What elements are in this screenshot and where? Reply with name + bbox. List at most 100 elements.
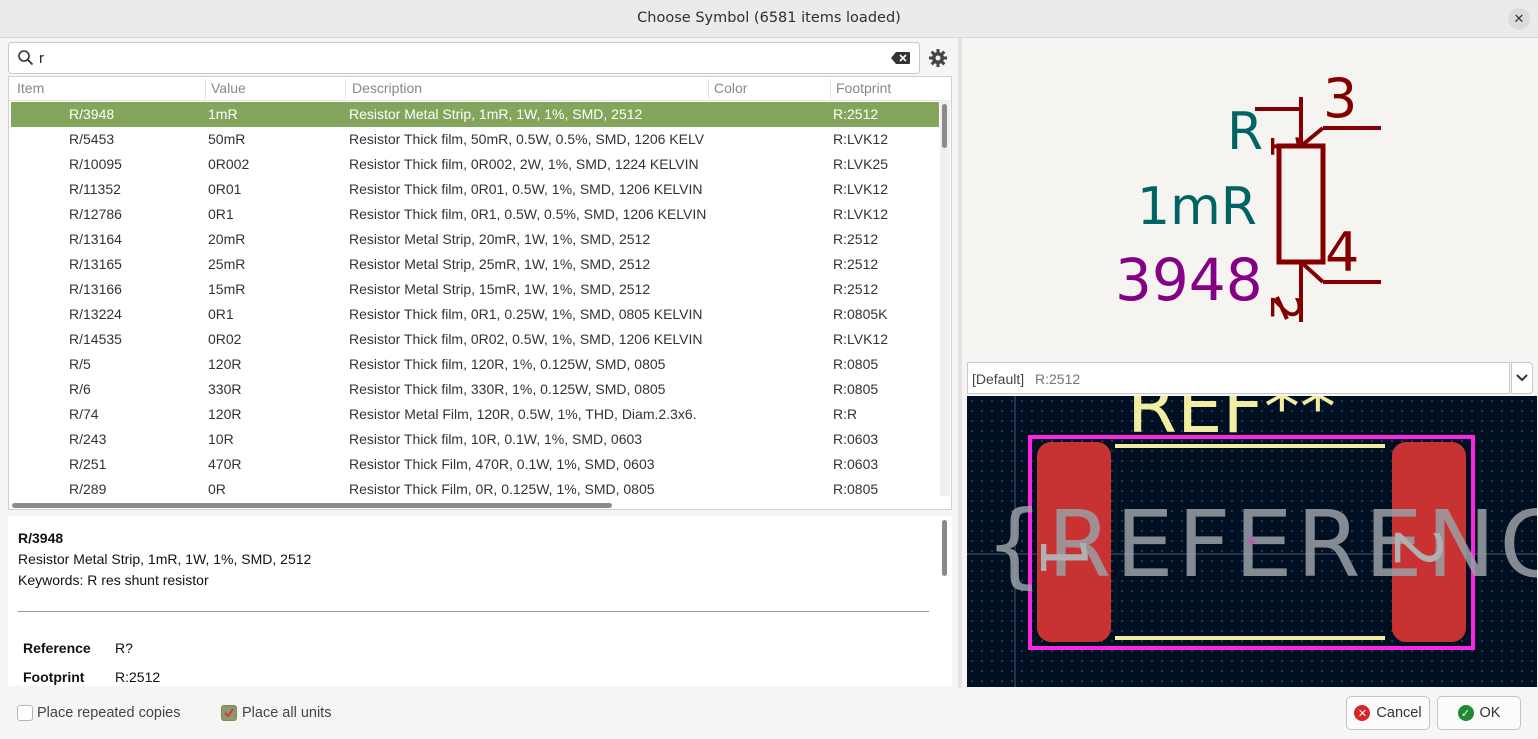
table-row[interactable]: R/74 120R Resistor Metal Film, 120R, 0.5W,… xyxy=(11,402,939,427)
list-scroll-thumb[interactable] xyxy=(942,104,947,148)
column-header-color[interactable]: Color xyxy=(714,80,747,96)
cell-item: R/3948 xyxy=(69,106,115,122)
cell-footprint: R:2512 xyxy=(833,281,879,297)
pin-number-1: 1 xyxy=(1261,133,1307,158)
field-label-reference: Reference xyxy=(23,640,91,656)
cell-description: Resistor Thick film, 330R, 1%, 0.125W, S… xyxy=(349,381,666,397)
table-row[interactable]: R/5453 50mR Resistor Thick film, 50mR, 0.5… xyxy=(11,127,939,152)
table-row[interactable]: R/13165 25mR Resistor Metal Strip, 25mR, 1… xyxy=(11,252,939,277)
cell-footprint: R:2512 xyxy=(833,256,879,272)
table-row[interactable]: R/6 330R Resistor Thick film, 330R, 1%, 0.… xyxy=(11,377,939,402)
ok-button[interactable]: ✓ OK xyxy=(1437,696,1521,730)
details-name: R/3948 xyxy=(18,530,64,546)
cell-item: R/251 xyxy=(69,456,107,472)
footprint-preview: REF** {REFERENCE} 1 2 xyxy=(967,396,1537,687)
table-row[interactable]: R/251 470R Resistor Thick Film, 470R, 0.1W… xyxy=(11,452,939,477)
search-icon xyxy=(18,50,34,66)
cell-footprint: R:LVK12 xyxy=(833,181,888,197)
pin-label-bottom: 4 xyxy=(1325,221,1359,284)
cell-item: R/12786 xyxy=(69,206,122,222)
cell-value: 0R002 xyxy=(208,156,250,172)
table-row[interactable]: R/243 10R Resistor Thick film, 10R, 0.1W, … xyxy=(11,427,939,452)
symbol-ref: R xyxy=(1227,102,1263,162)
field-label-footprint: Footprint xyxy=(23,669,85,685)
table-row[interactable]: R/14535 0R02 Resistor Thick film, 0R02, 0.… xyxy=(11,327,939,352)
place-all-units-checkbox[interactable] xyxy=(221,705,237,721)
column-header-footprint[interactable]: Footprint xyxy=(836,80,891,96)
symbol-value: 1mR xyxy=(1137,177,1257,237)
cell-description: Resistor Thick film, 0R002, 2W, 1%, SMD,… xyxy=(349,156,699,172)
cell-item: R/5453 xyxy=(69,131,115,147)
field-value-reference: R? xyxy=(115,640,133,656)
details-panel: R/3948 Resistor Metal Strip, 1mR, 1W, 1%… xyxy=(8,516,952,686)
gear-icon[interactable] xyxy=(928,48,948,68)
pin-label-top: 3 xyxy=(1323,67,1357,130)
table-row[interactable]: R/12786 0R1 Resistor Thick film, 0R1, 0.5W… xyxy=(11,202,939,227)
pin-number-2: 2 xyxy=(1261,295,1307,320)
details-scrollbar[interactable] xyxy=(942,520,947,576)
cell-value: 20mR xyxy=(208,231,246,247)
cell-item: R/74 xyxy=(69,406,99,422)
cancel-label: Cancel xyxy=(1376,705,1422,721)
table-row[interactable]: R/13164 20mR Resistor Metal Strip, 20mR, 1… xyxy=(11,227,939,252)
footprint-dropdown-button[interactable] xyxy=(1511,362,1533,394)
cell-description: Resistor Thick film, 120R, 1%, 0.125W, S… xyxy=(349,356,666,372)
cell-value: 50mR xyxy=(208,131,246,147)
table-row[interactable]: R/10095 0R002 Resistor Thick film, 0R002, … xyxy=(11,152,939,177)
search-value: r xyxy=(39,50,44,67)
cell-item: R/5 xyxy=(69,356,91,372)
title-bar: Choose Symbol (6581 items loaded) ✕ xyxy=(0,0,1538,38)
close-button[interactable]: ✕ xyxy=(1508,8,1530,30)
table-row[interactable]: R/3948 1mR Resistor Metal Strip, 1mR, 1W, … xyxy=(11,102,939,127)
footprint-select-prefix: [Default] xyxy=(972,371,1025,387)
chevron-down-icon xyxy=(1516,374,1528,382)
symbol-list[interactable]: Item Value Description Color Footprint R… xyxy=(8,76,952,510)
clear-search-icon[interactable] xyxy=(891,51,911,65)
cell-footprint: R:0805 xyxy=(833,356,879,372)
table-row[interactable]: R/13166 15mR Resistor Metal Strip, 15mR, 1… xyxy=(11,277,939,302)
list-vertical-scrollbar[interactable] xyxy=(940,100,950,496)
cell-description: Resistor Thick Film, 470R, 0.1W, 1%, SMD… xyxy=(349,456,655,472)
details-divider xyxy=(18,611,929,612)
field-value-footprint: R:2512 xyxy=(115,669,161,685)
table-row[interactable]: R/11352 0R01 Resistor Thick film, 0R01, 0.… xyxy=(11,177,939,202)
ok-label: OK xyxy=(1479,705,1501,721)
column-header-description[interactable]: Description xyxy=(352,80,422,96)
place-repeated-label[interactable]: Place repeated copies xyxy=(37,705,181,721)
cell-value: 15mR xyxy=(208,281,246,297)
cell-item: R/289 xyxy=(69,481,107,497)
symbol-part: 3948 xyxy=(1115,246,1263,314)
column-header-value[interactable]: Value xyxy=(211,80,246,96)
search-input[interactable]: r xyxy=(8,42,920,74)
column-header-item[interactable]: Item xyxy=(17,80,44,96)
cell-footprint: R:LVK25 xyxy=(833,156,888,172)
table-row[interactable]: R/5 120R Resistor Thick film, 120R, 1%, 0.… xyxy=(11,352,939,377)
place-repeated-checkbox[interactable] xyxy=(17,705,33,721)
pad-label-1: 1 xyxy=(1025,536,1099,577)
cell-description: Resistor Thick film, 0R1, 0.5W, 0.5%, SM… xyxy=(349,206,707,222)
footprint-select-value: R:2512 xyxy=(1035,371,1081,387)
cell-value: 0R1 xyxy=(208,206,234,222)
cancel-button[interactable]: ✕ Cancel xyxy=(1346,696,1430,730)
table-row[interactable]: R/289 0R Resistor Thick Film, 0R, 0.125W, … xyxy=(11,477,939,502)
list-horizontal-scrollbar[interactable] xyxy=(12,503,612,508)
checkmark-icon xyxy=(224,708,234,718)
cell-description: Resistor Thick film, 0R02, 0.5W, 1%, SMD… xyxy=(349,331,703,347)
panel-splitter[interactable] xyxy=(958,38,962,688)
cell-value: 330R xyxy=(208,381,242,397)
cell-item: R/6 xyxy=(69,381,91,397)
table-row[interactable]: R/13224 0R1 Resistor Thick film, 0R1, 0.25… xyxy=(11,302,939,327)
details-keywords: Keywords: R res shunt resistor xyxy=(18,572,209,588)
details-description: Resistor Metal Strip, 1mR, 1W, 1%, SMD, … xyxy=(18,551,312,567)
cell-footprint: R:0805 xyxy=(833,381,879,397)
cell-description: Resistor Thick film, 10R, 0.1W, 1%, SMD,… xyxy=(349,431,643,447)
place-all-units-label[interactable]: Place all units xyxy=(242,705,331,721)
cell-value: 0R02 xyxy=(208,331,242,347)
footprint-select[interactable]: [Default] R:2512 xyxy=(967,362,1510,394)
cell-footprint: R:2512 xyxy=(833,231,879,247)
cell-item: R/13165 xyxy=(69,256,122,272)
cell-description: Resistor Thick film, 0R1, 0.25W, 1%, SMD… xyxy=(349,306,703,322)
cell-item: R/11352 xyxy=(69,181,121,197)
symbol-preview: 3 4 1 2 R 1mR 3948 xyxy=(967,47,1537,357)
cell-value: 0R1 xyxy=(208,306,234,322)
